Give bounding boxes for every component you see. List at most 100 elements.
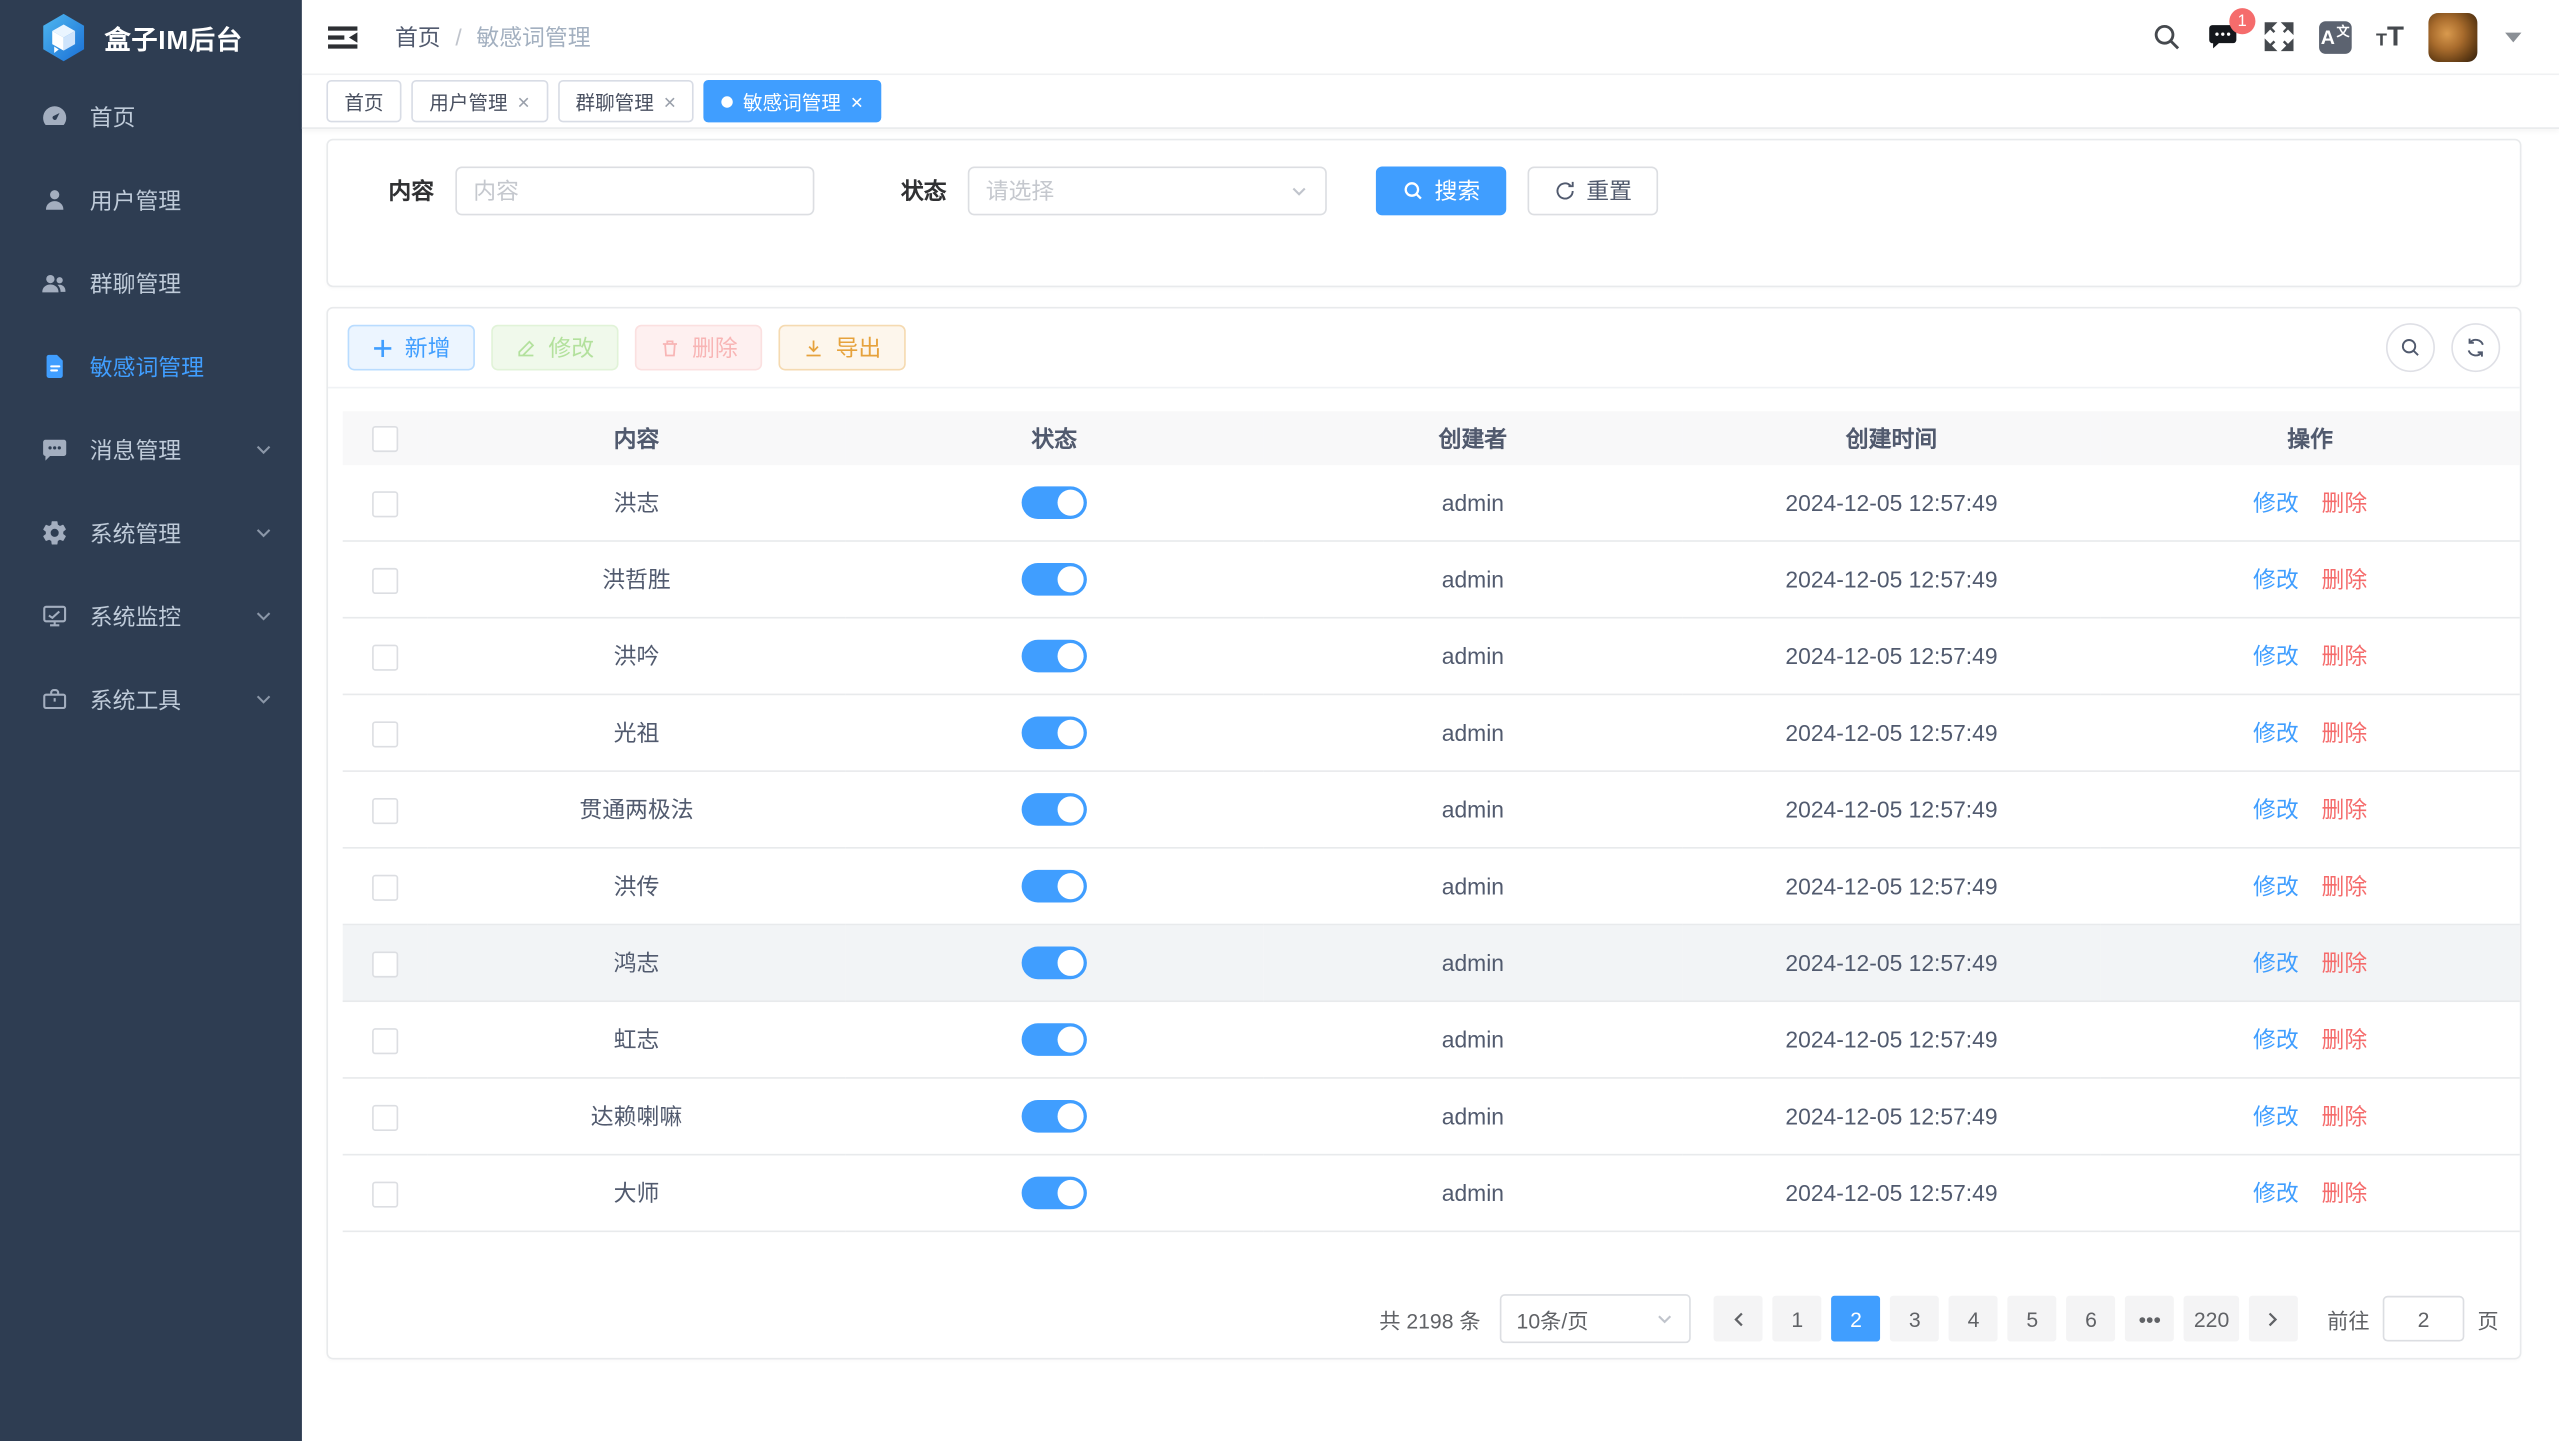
row-edit-link[interactable]: 修改 xyxy=(2253,490,2299,516)
tab-close-icon[interactable]: × xyxy=(851,91,863,112)
table-row[interactable]: 洪传 admin 2024-12-05 12:57:49 修改删除 xyxy=(343,848,2520,925)
fullscreen-icon[interactable] xyxy=(2263,21,2294,52)
row-delete-link[interactable]: 删除 xyxy=(2322,1180,2368,1206)
table-row[interactable]: 洪吟 admin 2024-12-05 12:57:49 修改删除 xyxy=(343,618,2520,695)
row-edit-link[interactable]: 修改 xyxy=(2253,720,2299,746)
goto-page-input[interactable] xyxy=(2383,1296,2465,1342)
status-toggle[interactable] xyxy=(1022,1023,1087,1056)
column-header-status: 状态 xyxy=(845,411,1263,465)
next-page-button[interactable] xyxy=(2249,1296,2298,1342)
export-button[interactable]: 导出 xyxy=(778,325,905,371)
status-toggle[interactable] xyxy=(1022,640,1087,673)
tab-close-icon[interactable]: × xyxy=(664,91,676,112)
table-search-icon[interactable] xyxy=(2386,323,2435,372)
user-avatar[interactable] xyxy=(2428,12,2477,61)
table-row[interactable]: 洪哲胜 admin 2024-12-05 12:57:49 修改删除 xyxy=(343,541,2520,618)
table-row[interactable]: 洪志 admin 2024-12-05 12:57:49 修改删除 xyxy=(343,465,2520,541)
table-row[interactable]: 鸿志 admin 2024-12-05 12:57:49 修改删除 xyxy=(343,925,2520,1002)
page-button[interactable]: 5 xyxy=(2008,1296,2057,1342)
edit-button[interactable]: 修改 xyxy=(491,325,618,371)
app-logo[interactable]: 盒子IM后台 xyxy=(0,0,302,73)
reset-button[interactable]: 重置 xyxy=(1528,166,1659,215)
avatar-dropdown-caret-icon[interactable] xyxy=(2505,32,2521,42)
row-edit-link[interactable]: 修改 xyxy=(2253,873,2299,899)
status-toggle[interactable] xyxy=(1022,716,1087,749)
sidebar-collapse-icon[interactable] xyxy=(326,20,359,53)
row-checkbox[interactable] xyxy=(372,721,398,747)
page-button[interactable]: 220 xyxy=(2184,1296,2239,1342)
prev-page-button[interactable] xyxy=(1714,1296,1763,1342)
more-pages-button[interactable]: ••• xyxy=(2125,1296,2174,1342)
sidebar-item-system-monitor[interactable]: 系统监控 xyxy=(0,574,302,657)
table-row[interactable]: 虹志 admin 2024-12-05 12:57:49 修改删除 xyxy=(343,1001,2520,1078)
row-edit-link[interactable]: 修改 xyxy=(2253,566,2299,592)
table-row[interactable]: 贯通两极法 admin 2024-12-05 12:57:49 修改删除 xyxy=(343,771,2520,848)
content-filter-input[interactable] xyxy=(455,166,814,215)
delete-button[interactable]: 删除 xyxy=(635,325,762,371)
sidebar-item-home[interactable]: 首页 xyxy=(0,75,302,158)
status-toggle[interactable] xyxy=(1022,793,1087,826)
add-button[interactable]: 新增 xyxy=(348,325,475,371)
row-edit-link[interactable]: 修改 xyxy=(2253,643,2299,669)
row-checkbox[interactable] xyxy=(372,951,398,977)
sidebar-item-sensitive-words[interactable]: 敏感词管理 xyxy=(0,325,302,408)
row-delete-link[interactable]: 删除 xyxy=(2322,873,2368,899)
messages-icon[interactable]: 1 xyxy=(2206,21,2239,52)
page-button[interactable]: 4 xyxy=(1949,1296,1998,1342)
row-checkbox[interactable] xyxy=(372,797,398,823)
sidebar-item-message-management[interactable]: 消息管理 xyxy=(0,408,302,491)
row-edit-link[interactable]: 修改 xyxy=(2253,796,2299,822)
status-toggle[interactable] xyxy=(1022,870,1087,903)
breadcrumb-home[interactable]: 首页 xyxy=(395,20,441,53)
table-row[interactable]: 大师 admin 2024-12-05 12:57:49 修改删除 xyxy=(343,1155,2520,1232)
row-checkbox[interactable] xyxy=(372,567,398,593)
tab-user-management[interactable]: 用户管理 × xyxy=(411,80,547,122)
page-button[interactable]: 6 xyxy=(2067,1296,2116,1342)
row-delete-link[interactable]: 删除 xyxy=(2322,1027,2368,1053)
page-button[interactable]: 3 xyxy=(1890,1296,1939,1342)
tab-close-icon[interactable]: × xyxy=(517,91,529,112)
row-edit-link[interactable]: 修改 xyxy=(2253,950,2299,976)
sidebar-item-group-chat[interactable]: 群聊管理 xyxy=(0,242,302,325)
page-size-select[interactable]: 10条/页 xyxy=(1500,1294,1691,1343)
tab-home[interactable]: 首页 xyxy=(326,80,401,122)
row-checkbox[interactable] xyxy=(372,874,398,900)
table-row[interactable]: 达赖喇嘛 admin 2024-12-05 12:57:49 修改删除 xyxy=(343,1078,2520,1155)
row-edit-link[interactable]: 修改 xyxy=(2253,1180,2299,1206)
status-filter-select[interactable]: 请选择 xyxy=(968,166,1327,215)
status-toggle[interactable] xyxy=(1022,947,1087,980)
row-delete-link[interactable]: 删除 xyxy=(2322,796,2368,822)
font-size-icon[interactable]: TT xyxy=(2376,23,2404,51)
row-delete-link[interactable]: 删除 xyxy=(2322,1103,2368,1129)
sidebar-item-system-tools[interactable]: 系统工具 xyxy=(0,658,302,741)
row-edit-link[interactable]: 修改 xyxy=(2253,1103,2299,1129)
status-toggle[interactable] xyxy=(1022,563,1087,596)
translate-icon[interactable]: A文 xyxy=(2319,20,2352,53)
page-button-active[interactable]: 2 xyxy=(1832,1296,1881,1342)
table-refresh-icon[interactable] xyxy=(2451,323,2500,372)
row-delete-link[interactable]: 删除 xyxy=(2322,566,2368,592)
tab-group-chat[interactable]: 群聊管理 × xyxy=(558,80,694,122)
tab-sensitive-words[interactable]: 敏感词管理 × xyxy=(704,80,881,122)
table-row[interactable]: 光祖 admin 2024-12-05 12:57:49 修改删除 xyxy=(343,694,2520,771)
search-button[interactable]: 搜索 xyxy=(1376,166,1507,215)
search-icon[interactable] xyxy=(2151,21,2182,52)
row-edit-link[interactable]: 修改 xyxy=(2253,1027,2299,1053)
row-delete-link[interactable]: 删除 xyxy=(2322,950,2368,976)
row-checkbox[interactable] xyxy=(372,1028,398,1054)
row-delete-link[interactable]: 删除 xyxy=(2322,720,2368,746)
row-checkbox[interactable] xyxy=(372,1181,398,1207)
row-delete-link[interactable]: 删除 xyxy=(2322,490,2368,516)
row-checkbox[interactable] xyxy=(372,491,398,517)
select-all-checkbox[interactable] xyxy=(372,426,398,452)
status-toggle[interactable] xyxy=(1022,486,1087,519)
row-delete-link[interactable]: 删除 xyxy=(2322,643,2368,669)
row-checkbox[interactable] xyxy=(372,1104,398,1130)
row-creator: admin xyxy=(1263,465,1682,541)
page-button[interactable]: 1 xyxy=(1773,1296,1822,1342)
sidebar-item-user-management[interactable]: 用户管理 xyxy=(0,158,302,241)
row-checkbox[interactable] xyxy=(372,644,398,670)
status-toggle[interactable] xyxy=(1022,1100,1087,1133)
sidebar-item-system-management[interactable]: 系统管理 xyxy=(0,491,302,574)
status-toggle[interactable] xyxy=(1022,1177,1087,1210)
